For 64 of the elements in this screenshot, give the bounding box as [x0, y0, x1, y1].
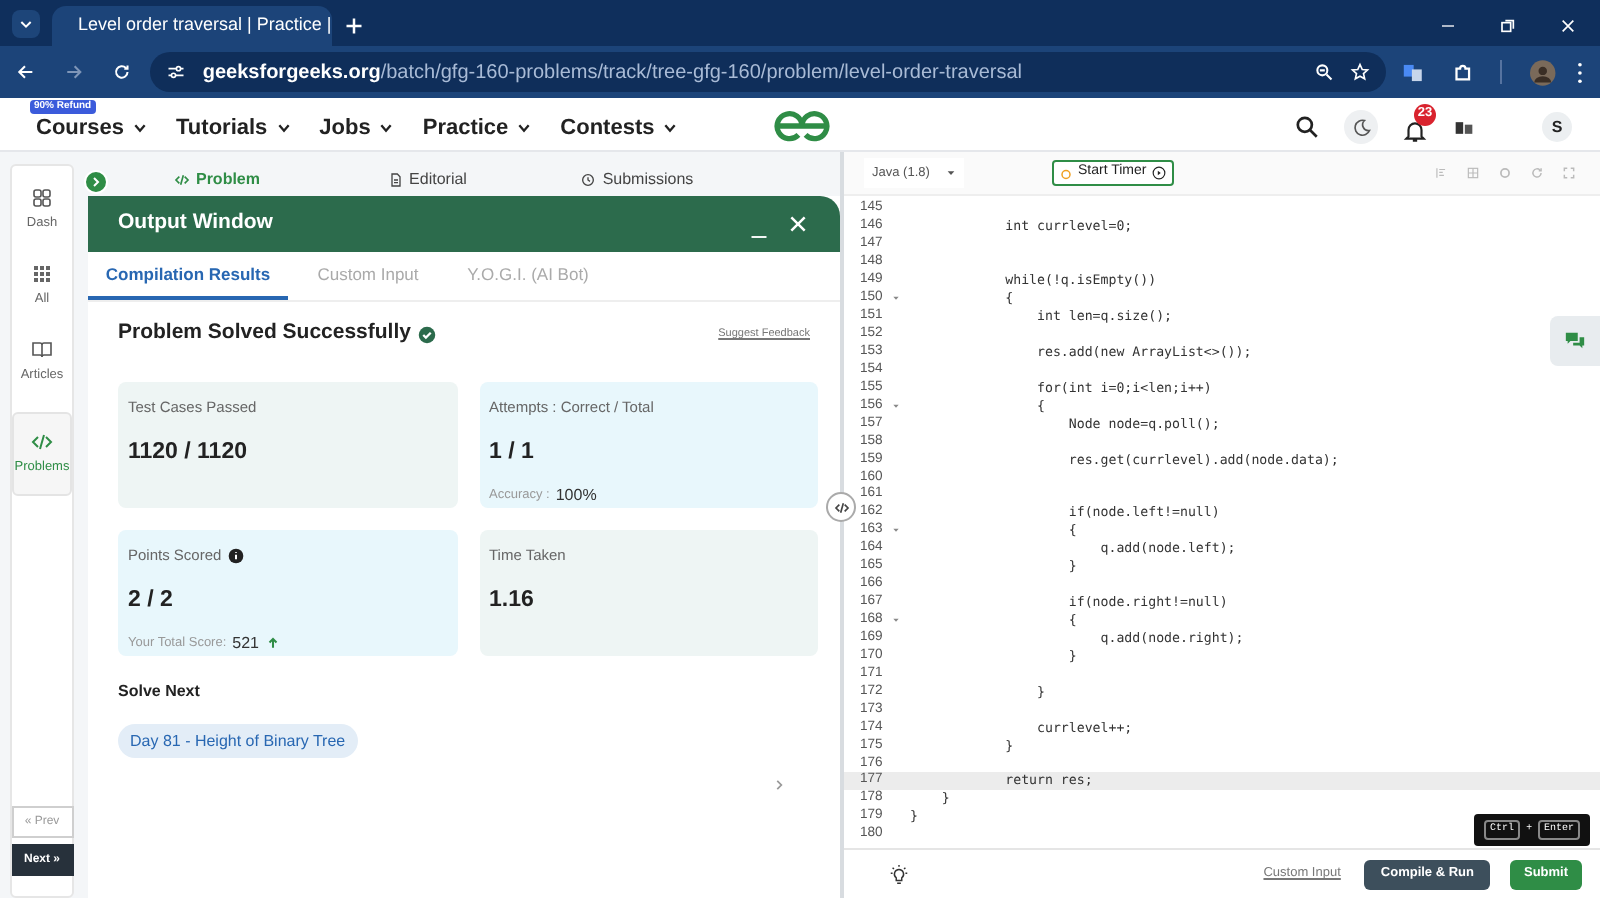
problem-tab[interactable]: Submissions [532, 167, 742, 191]
more-menu-icon[interactable] [1576, 61, 1585, 83]
book-icon [30, 337, 54, 361]
lightbulb-icon[interactable] [888, 863, 910, 885]
address-bar[interactable]: geeksforgeeks.org/batch/gfg-160-problems/track/tree-gfg-160/problem/level-order-traversal [150, 52, 1386, 92]
caret-down-icon [946, 168, 956, 178]
stat-value: 1120 / 1120 [128, 438, 249, 469]
zoom-icon[interactable] [1313, 62, 1334, 82]
output-tab[interactable]: Compilation Results [88, 252, 288, 300]
chevron-down-icon [516, 120, 533, 136]
stat-value: 1 / 1 [489, 438, 536, 469]
profile-avatar-icon[interactable] [1530, 59, 1557, 85]
dots-grid-icon [30, 261, 54, 286]
close-icon[interactable] [1560, 18, 1576, 34]
tab-title: Level order traversal | Practice | [78, 12, 332, 39]
back-arrow-icon[interactable] [16, 62, 36, 82]
forward-arrow-icon[interactable] [63, 62, 84, 82]
document-icon [387, 171, 404, 187]
clock-icon [580, 171, 597, 187]
browser-tab[interactable]: Level order traversal | Practice | [52, 6, 332, 46]
restore-icon[interactable] [1500, 18, 1516, 34]
chevron-down-icon [662, 120, 679, 136]
search-icon[interactable] [1294, 114, 1320, 140]
star-icon[interactable] [1349, 62, 1370, 82]
new-tab-icon[interactable] [344, 16, 364, 36]
close-icon[interactable] [788, 214, 808, 234]
chevron-down-icon [132, 120, 149, 136]
tab-list-button[interactable] [12, 10, 40, 38]
theme-toggle[interactable] [1344, 110, 1378, 144]
chevron-down-icon [275, 120, 292, 136]
user-avatar[interactable]: S [1542, 112, 1572, 142]
nav-menu[interactable]: Practice [422, 111, 533, 145]
next-problem-chip[interactable]: Day 81 - Height of Binary Tree [118, 724, 358, 758]
stat-value: 2 / 2 [128, 586, 175, 617]
grid-icon [30, 186, 54, 210]
play-icon [1152, 166, 1167, 180]
problem-tab[interactable]: Editorial [322, 167, 532, 191]
code-icon [173, 171, 190, 187]
status-message: Problem Solved Successfully [118, 318, 411, 349]
url-text: geeksforgeeks.org/batch/gfg-160-problems/track/tree-gfg-160/problem/level-order-traversal [202, 59, 1025, 87]
nav-menu[interactable]: Contests [560, 111, 679, 145]
chevron-down-icon [378, 120, 395, 136]
stat-note-value: 100% [555, 483, 597, 507]
nav-menu[interactable]: Tutorials [176, 111, 292, 145]
bell-icon[interactable] [1402, 117, 1428, 143]
section-heading: Solve Next [118, 680, 202, 704]
site-settings-icon [166, 62, 187, 82]
moon-icon [1351, 117, 1371, 137]
nav-menu[interactable]: Courses [36, 111, 149, 145]
window-title: Output Window [118, 208, 273, 239]
reload-icon[interactable] [111, 62, 131, 82]
code-icon [833, 499, 849, 515]
chevron-right-icon[interactable] [772, 778, 786, 792]
chevron-right-icon [90, 176, 102, 188]
chat-button[interactable] [1550, 316, 1600, 366]
chevron-down-icon [18, 16, 34, 32]
chat-bubbles-icon [1564, 330, 1586, 352]
code-icon [30, 430, 54, 455]
problem-tab[interactable]: Problem [112, 167, 322, 191]
nav-menu[interactable]: Jobs [319, 111, 395, 145]
check-badge-icon [418, 325, 437, 343]
timer-icon [1060, 167, 1072, 179]
stat-value: 1.16 [489, 586, 536, 617]
stat-note-value: 521 [232, 631, 260, 655]
